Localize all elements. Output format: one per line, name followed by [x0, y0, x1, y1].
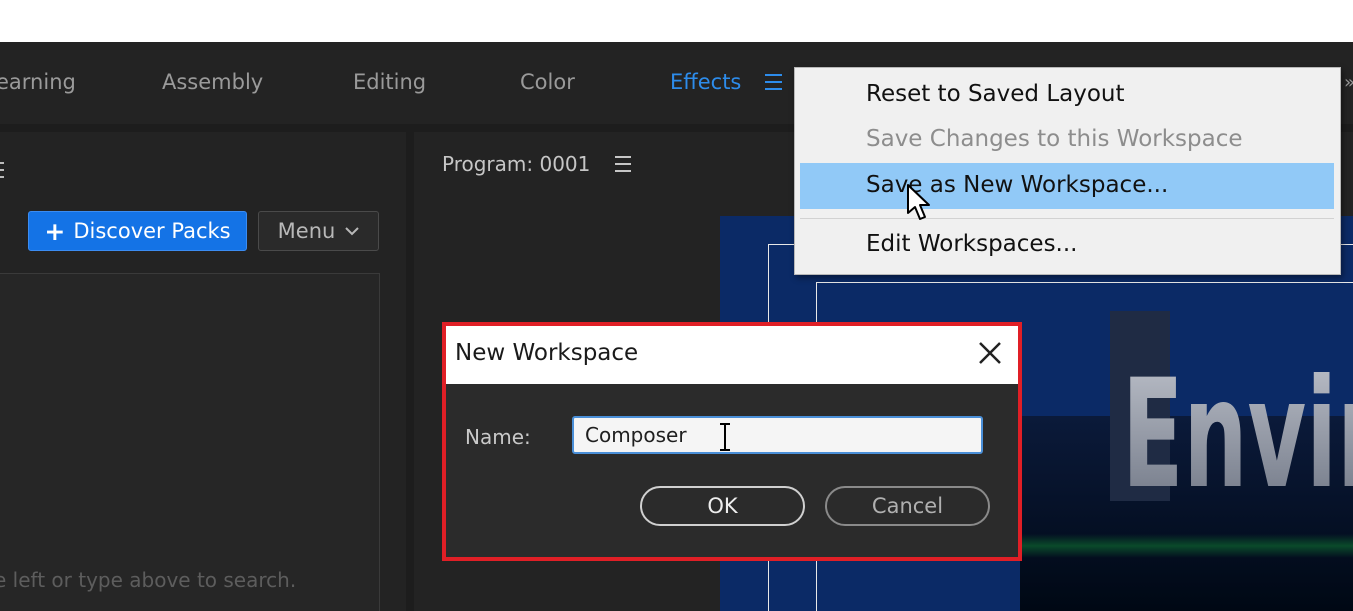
program-monitor-title[interactable]: Program: 0001 — [442, 152, 590, 176]
dialog-titlebar: New Workspace — [446, 326, 1018, 384]
ok-button[interactable]: OK — [640, 486, 805, 526]
plus-icon: + — [44, 216, 66, 246]
overflow-icon[interactable]: » — [1344, 72, 1353, 93]
discover-packs-label: Discover Packs — [73, 219, 231, 243]
tab-color[interactable]: Color — [520, 70, 575, 94]
menu-label: Menu — [277, 219, 336, 243]
menu-separator — [800, 218, 1334, 219]
close-icon[interactable] — [976, 339, 1004, 367]
panel-menu-icon[interactable] — [0, 162, 4, 183]
mouse-pointer-icon — [907, 184, 930, 220]
search-hint: e left or type above to search. — [0, 568, 297, 592]
chevron-down-icon — [345, 227, 360, 236]
menu-item-save-changes: Save Changes to this Workspace — [866, 126, 1243, 152]
video-title-art: Environ — [1110, 311, 1353, 523]
tab-effects[interactable]: Effects — [670, 70, 741, 94]
menu-item-edit-workspaces[interactable]: Edit Workspaces... — [866, 231, 1077, 257]
text-cursor-icon — [720, 423, 730, 451]
workspace-name-input[interactable] — [572, 416, 983, 454]
discover-packs-button[interactable]: + Discover Packs — [28, 211, 247, 251]
pack-list — [0, 273, 380, 611]
menu-item-reset-layout[interactable]: Reset to Saved Layout — [866, 81, 1125, 107]
menu-dropdown-button[interactable]: Menu — [258, 211, 379, 251]
svg-text:Environ: Environ — [1122, 348, 1353, 523]
cancel-button[interactable]: Cancel — [825, 486, 990, 526]
tab-editing[interactable]: Editing — [353, 70, 426, 94]
dialog-title: New Workspace — [455, 340, 639, 366]
name-label: Name: — [465, 425, 531, 449]
program-menu-icon[interactable] — [615, 156, 631, 177]
tab-learning[interactable]: earning — [0, 70, 76, 94]
new-workspace-dialog: New Workspace Name: OK Cancel — [446, 326, 1018, 557]
effects-packs-panel: + Discover Packs Menu e left or type abo… — [0, 132, 406, 611]
workspace-dropdown-menu: Reset to Saved Layout Save Changes to th… — [794, 67, 1341, 275]
tab-assembly[interactable]: Assembly — [162, 70, 263, 94]
workspace-menu-icon[interactable] — [765, 74, 782, 91]
